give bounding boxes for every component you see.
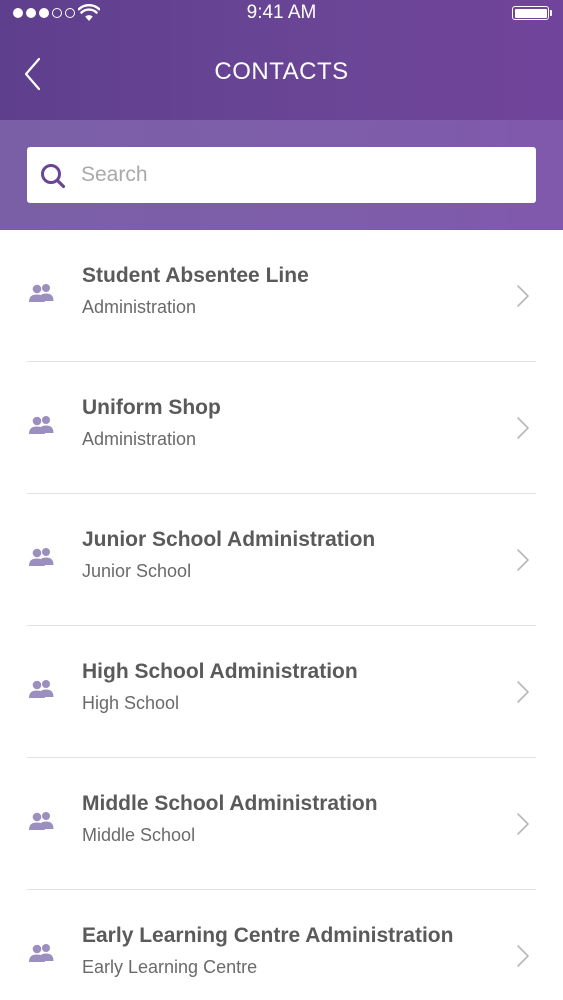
- page-title: CONTACTS: [214, 58, 349, 85]
- chevron-right-icon: [517, 681, 529, 703]
- contacts-list: Student Absentee Line Administration Uni…: [0, 230, 563, 1000]
- chevron-right-icon: [517, 813, 529, 835]
- contact-name: Junior School Administration: [82, 528, 376, 551]
- contact-row[interactable]: Junior School Administration Junior Scho…: [0, 494, 563, 626]
- contact-row[interactable]: Early Learning Centre Administration Ear…: [0, 890, 563, 1000]
- contact-name: Early Learning Centre Administration: [82, 924, 454, 947]
- chevron-right-icon: [517, 417, 529, 439]
- contact-department: Administration: [82, 297, 197, 317]
- contact-department: High School: [82, 693, 180, 713]
- contact-department: Early Learning Centre: [82, 957, 258, 977]
- group-icon: [29, 548, 54, 566]
- battery-icon: [512, 6, 549, 20]
- search-icon: [41, 164, 66, 189]
- search-box[interactable]: [27, 147, 536, 203]
- group-icon: [29, 812, 54, 830]
- contact-department: Middle School: [82, 825, 196, 845]
- status-time: 9:41 AM: [246, 2, 317, 23]
- contact-row[interactable]: High School Administration High School: [0, 626, 563, 758]
- contact-department: Junior School: [82, 561, 192, 581]
- group-icon: [29, 284, 54, 302]
- contact-name: High School Administration: [82, 660, 358, 683]
- contact-department: Administration: [82, 429, 197, 449]
- contact-row[interactable]: Middle School Administration Middle Scho…: [0, 758, 563, 890]
- group-icon: [29, 944, 54, 962]
- contact-row[interactable]: Student Absentee Line Administration: [0, 230, 563, 362]
- contact-name: Middle School Administration: [82, 792, 378, 815]
- group-icon: [29, 416, 54, 434]
- chevron-right-icon: [517, 945, 529, 967]
- group-icon: [29, 680, 54, 698]
- chevron-right-icon: [517, 285, 529, 307]
- contact-name: Student Absentee Line: [82, 264, 309, 287]
- contact-row[interactable]: Uniform Shop Administration: [0, 362, 563, 494]
- contact-name: Uniform Shop: [82, 396, 221, 419]
- chevron-right-icon: [517, 549, 529, 571]
- search-input[interactable]: [81, 157, 521, 193]
- status-bar: 9:41 AM: [0, 0, 563, 27]
